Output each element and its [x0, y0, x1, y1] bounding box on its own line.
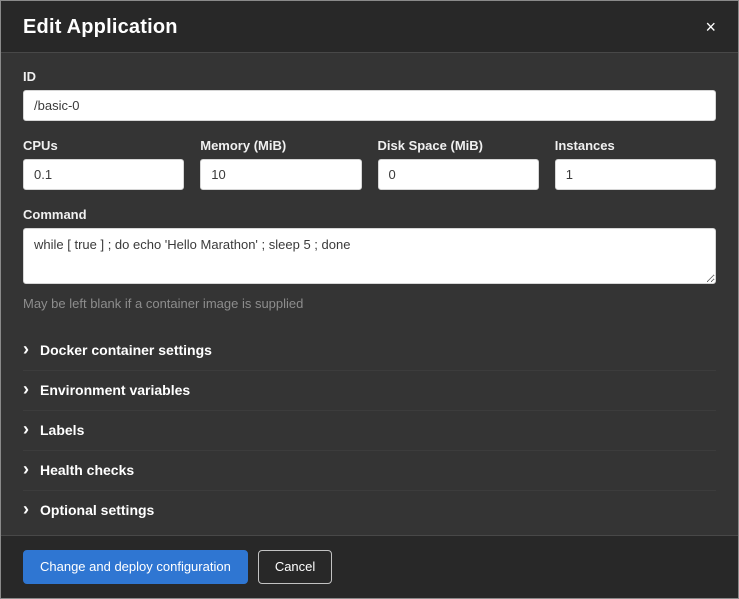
modal-title: Edit Application	[23, 16, 178, 39]
memory-input[interactable]	[200, 159, 361, 190]
edit-application-modal: Edit Application × ID CPUs Memory (MiB) …	[0, 0, 739, 599]
chevron-right-icon: ›	[23, 380, 29, 398]
section-label: Labels	[40, 422, 84, 438]
command-field-group: Command while [ true ] ; do echo 'Hello …	[23, 207, 716, 311]
cpus-label: CPUs	[23, 138, 184, 153]
id-field-group: ID	[23, 69, 716, 121]
section-labels[interactable]: › Labels	[23, 411, 716, 451]
chevron-right-icon: ›	[23, 460, 29, 478]
command-textarea[interactable]: while [ true ] ; do echo 'Hello Marathon…	[23, 228, 716, 284]
section-docker-container-settings[interactable]: › Docker container settings	[23, 331, 716, 371]
command-help-text: May be left blank if a container image i…	[23, 296, 716, 311]
modal-footer: Change and deploy configuration Cancel	[1, 535, 738, 598]
modal-body: ID CPUs Memory (MiB) Disk Space (MiB) In…	[1, 53, 738, 535]
chevron-right-icon: ›	[23, 420, 29, 438]
instances-label: Instances	[555, 138, 716, 153]
memory-label: Memory (MiB)	[200, 138, 361, 153]
chevron-right-icon: ›	[23, 500, 29, 518]
section-label: Environment variables	[40, 382, 190, 398]
instances-field-group: Instances	[555, 138, 716, 190]
chevron-right-icon: ›	[23, 340, 29, 358]
close-icon[interactable]: ×	[705, 16, 716, 36]
command-label: Command	[23, 207, 716, 222]
id-input[interactable]	[23, 90, 716, 121]
section-environment-variables[interactable]: › Environment variables	[23, 371, 716, 411]
cpus-input[interactable]	[23, 159, 184, 190]
section-health-checks[interactable]: › Health checks	[23, 451, 716, 491]
change-and-deploy-button[interactable]: Change and deploy configuration	[23, 550, 248, 584]
modal-header: Edit Application ×	[1, 1, 738, 53]
instances-input[interactable]	[555, 159, 716, 190]
resources-row: CPUs Memory (MiB) Disk Space (MiB) Insta…	[23, 138, 716, 190]
section-label: Health checks	[40, 462, 134, 478]
section-label: Optional settings	[40, 502, 154, 518]
section-label: Docker container settings	[40, 342, 212, 358]
disk-input[interactable]	[378, 159, 539, 190]
id-label: ID	[23, 69, 716, 84]
disk-label: Disk Space (MiB)	[378, 138, 539, 153]
section-optional-settings[interactable]: › Optional settings	[23, 491, 716, 530]
disk-field-group: Disk Space (MiB)	[378, 138, 539, 190]
memory-field-group: Memory (MiB)	[200, 138, 361, 190]
cpus-field-group: CPUs	[23, 138, 184, 190]
cancel-button[interactable]: Cancel	[258, 550, 332, 584]
collapsible-sections: › Docker container settings › Environmen…	[23, 331, 716, 530]
